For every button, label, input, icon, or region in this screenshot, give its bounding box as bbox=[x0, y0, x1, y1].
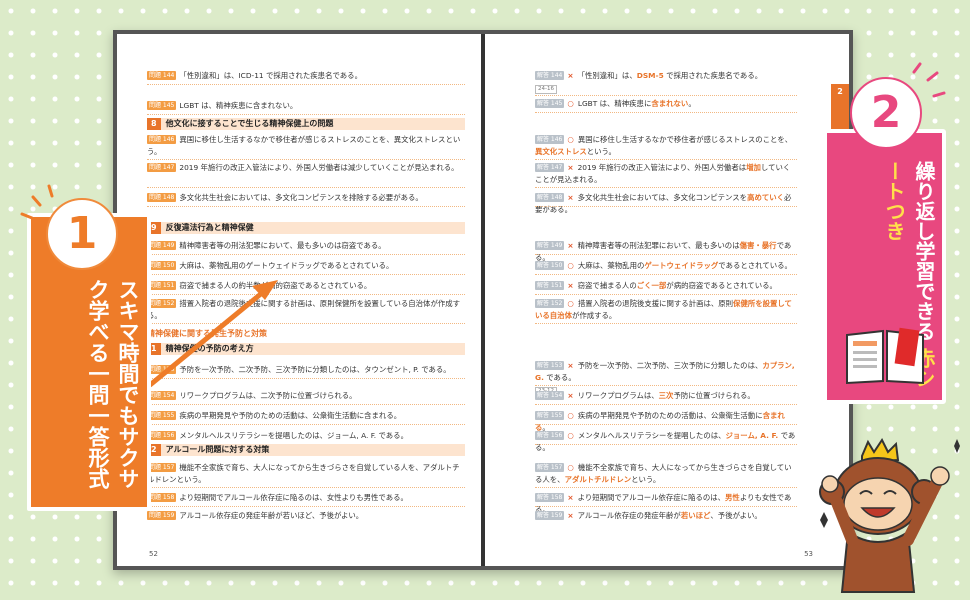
badge2-number: 2 bbox=[850, 77, 922, 149]
red-sheet-book-icon bbox=[846, 327, 924, 385]
monkey-mascot-icon bbox=[819, 438, 960, 593]
feature-badge-2: 繰り返し学習できる 赤シートつき bbox=[823, 129, 946, 404]
badge2-line1: 繰り返し学習できる bbox=[912, 161, 936, 341]
badge1-text: スキマ時間でもサクサク学べる一問一答形式 bbox=[86, 279, 140, 489]
badge1-number: 1 bbox=[46, 198, 118, 270]
